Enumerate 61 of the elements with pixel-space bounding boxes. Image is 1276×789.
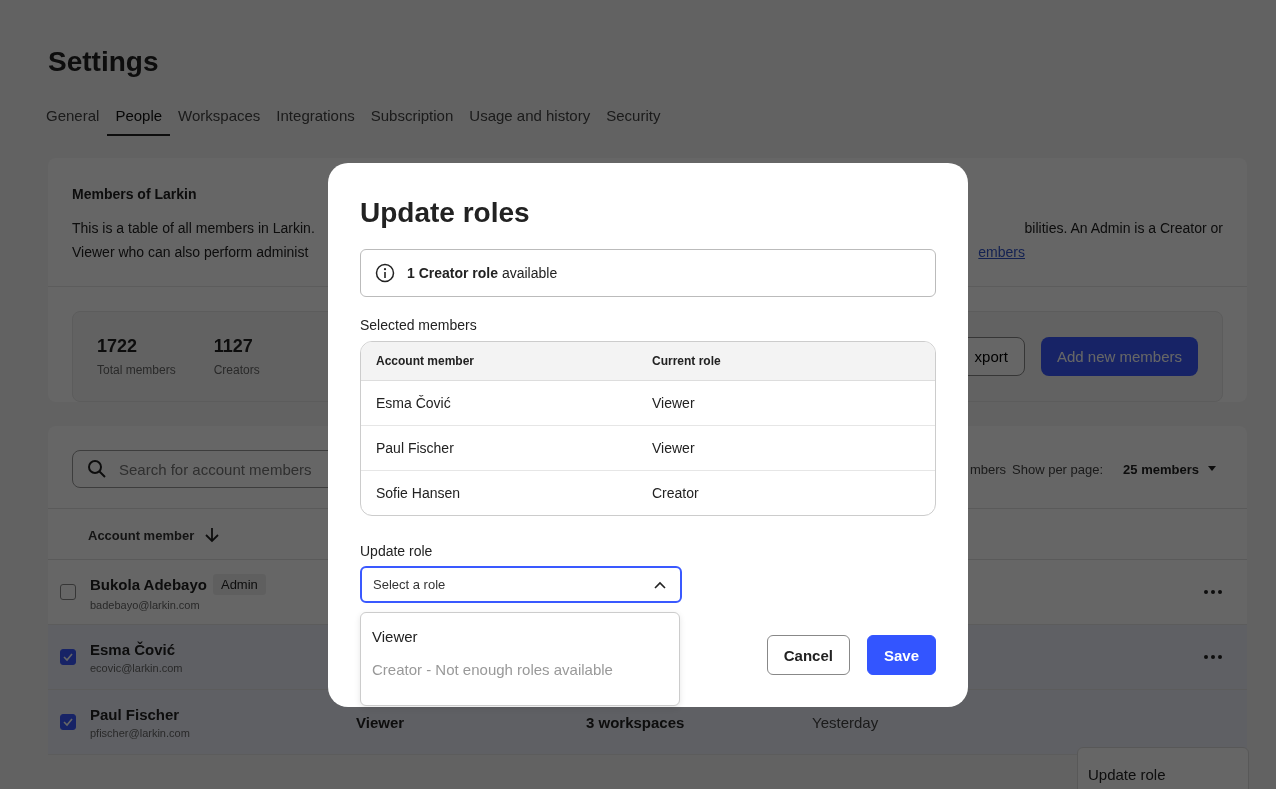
per-page-label: Show per page: [1012, 461, 1104, 477]
member-name: Paul Fischer [90, 705, 180, 723]
tab[interactable]: Usage and history [461, 99, 599, 136]
members-link[interactable]: embers [978, 240, 1025, 264]
column-header: Current role [652, 354, 722, 368]
chevron-icon [654, 580, 666, 589]
tab[interactable]: Subscription [362, 99, 462, 136]
stat-label: Creators [213, 363, 260, 377]
dropdown-arrow-icon [1207, 465, 1217, 473]
cancel-button[interactable]: Cancel [766, 635, 850, 675]
role-select[interactable]: Select a role [360, 566, 682, 603]
row-checkbox[interactable] [60, 584, 76, 600]
current-role: Viewer [652, 440, 696, 456]
member-email: ecovic@larkin.com [90, 661, 184, 674]
per-page-dropdown[interactable]: 25 members [1117, 460, 1223, 478]
member-name: Paul Fischer [376, 440, 455, 456]
member-name: Sofie Hansen [376, 485, 462, 501]
role-cell: Viewer [356, 713, 405, 731]
add-members-button[interactable]: Add new members [1040, 337, 1198, 376]
search-icon [87, 459, 107, 479]
tab[interactable]: Security [598, 99, 669, 136]
check-icon [62, 651, 74, 663]
column-header[interactable]: Account member [88, 527, 221, 543]
check-icon [62, 716, 74, 728]
member-count-text: mbers [969, 461, 1007, 477]
description-text: This is a table of all members in Larkin. [72, 219, 315, 238]
more-options-icon[interactable] [1203, 654, 1223, 660]
member-email: pfischer@larkin.com [90, 726, 191, 739]
workspaces-cell: 3 workspaces [586, 713, 685, 731]
member-email: badebayo@larkin.com [90, 598, 201, 611]
last-active-cell: Yesterday [812, 713, 879, 731]
description-text: bilities. An Admin is a Creator or [1024, 219, 1223, 238]
tab[interactable]: Workspaces [170, 99, 269, 136]
tab[interactable]: People [107, 99, 171, 136]
section-label: Selected members [360, 317, 478, 333]
member-name: Bukola Adebayo [90, 575, 207, 593]
card-heading: Members of Larkin [72, 186, 198, 202]
member-name: Esma Čović [90, 640, 176, 658]
menu-item[interactable]: Update role [1078, 766, 1248, 783]
admin-badge: Admin [212, 573, 266, 595]
current-role: Creator [652, 485, 700, 501]
tab[interactable]: Integrations [268, 99, 363, 136]
description-text: Viewer who can also perform administ [72, 243, 309, 262]
row-checkbox[interactable] [60, 714, 76, 730]
field-label: Update role [360, 543, 434, 559]
more-options-icon[interactable] [1203, 589, 1223, 595]
stat-label: Total members [97, 363, 176, 377]
stat-value: 1722 [97, 336, 139, 357]
info-icon [375, 263, 395, 283]
stat-value: 1127 [213, 336, 254, 357]
column-header: Account member [376, 354, 476, 368]
row-checkbox[interactable] [60, 649, 76, 665]
member-name: Esma Čović [376, 395, 452, 411]
role-option[interactable]: Viewer [361, 620, 679, 653]
page-title: Settings [48, 45, 160, 79]
tab[interactable]: General [38, 99, 108, 136]
sort-down-icon [204, 527, 221, 543]
dialog-title: Update roles [360, 196, 531, 230]
save-button[interactable]: Save [866, 635, 936, 675]
current-role: Viewer [652, 395, 696, 411]
info-text: 1 Creator role available [407, 265, 558, 281]
